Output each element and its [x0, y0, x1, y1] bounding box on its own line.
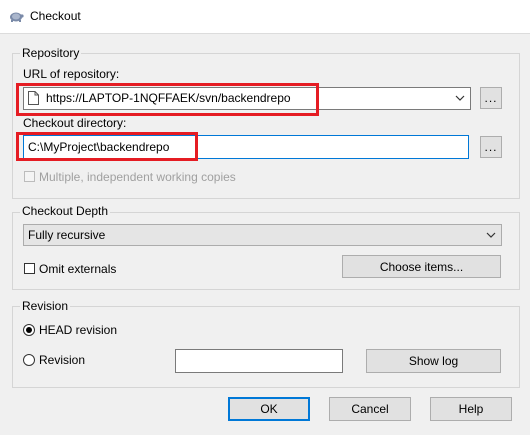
url-label: URL of repository:: [23, 67, 120, 81]
help-button[interactable]: Help: [430, 397, 512, 421]
choose-items-button[interactable]: Choose items...: [342, 255, 501, 278]
chevron-down-icon[interactable]: [485, 229, 497, 241]
title-divider: [0, 33, 530, 34]
revision-group: [12, 306, 520, 388]
depth-value: Fully recursive: [28, 228, 106, 242]
ok-button[interactable]: OK: [228, 397, 310, 421]
tortoise-svn-icon: [8, 9, 24, 23]
multiple-working-copies-checkbox[interactable]: [24, 171, 35, 182]
url-highlight-box: [16, 83, 319, 116]
depth-combobox[interactable]: Fully recursive: [23, 224, 502, 246]
multiple-working-copies-label: Multiple, independent working copies: [39, 170, 236, 184]
head-revision-label: HEAD revision: [39, 323, 118, 337]
chevron-down-icon[interactable]: [454, 92, 466, 104]
revision-label: Revision: [39, 353, 86, 367]
browse-directory-button[interactable]: ...: [480, 136, 502, 158]
checkout-directory-label: Checkout directory:: [23, 116, 127, 130]
directory-highlight-box: [16, 132, 198, 161]
repository-group-title: Repository: [20, 46, 82, 60]
window-title: Checkout: [30, 9, 81, 23]
omit-externals-label: Omit externals: [39, 262, 117, 276]
revision-radio[interactable]: [23, 354, 35, 366]
revision-input[interactable]: [175, 349, 343, 373]
checkout-depth-group-title: Checkout Depth: [20, 204, 111, 218]
omit-externals-checkbox[interactable]: [24, 263, 35, 274]
browse-url-button[interactable]: ...: [480, 87, 502, 109]
revision-group-title: Revision: [20, 299, 71, 313]
show-log-button[interactable]: Show log: [366, 349, 501, 373]
head-revision-radio[interactable]: [23, 324, 35, 336]
cancel-button[interactable]: Cancel: [329, 397, 411, 421]
